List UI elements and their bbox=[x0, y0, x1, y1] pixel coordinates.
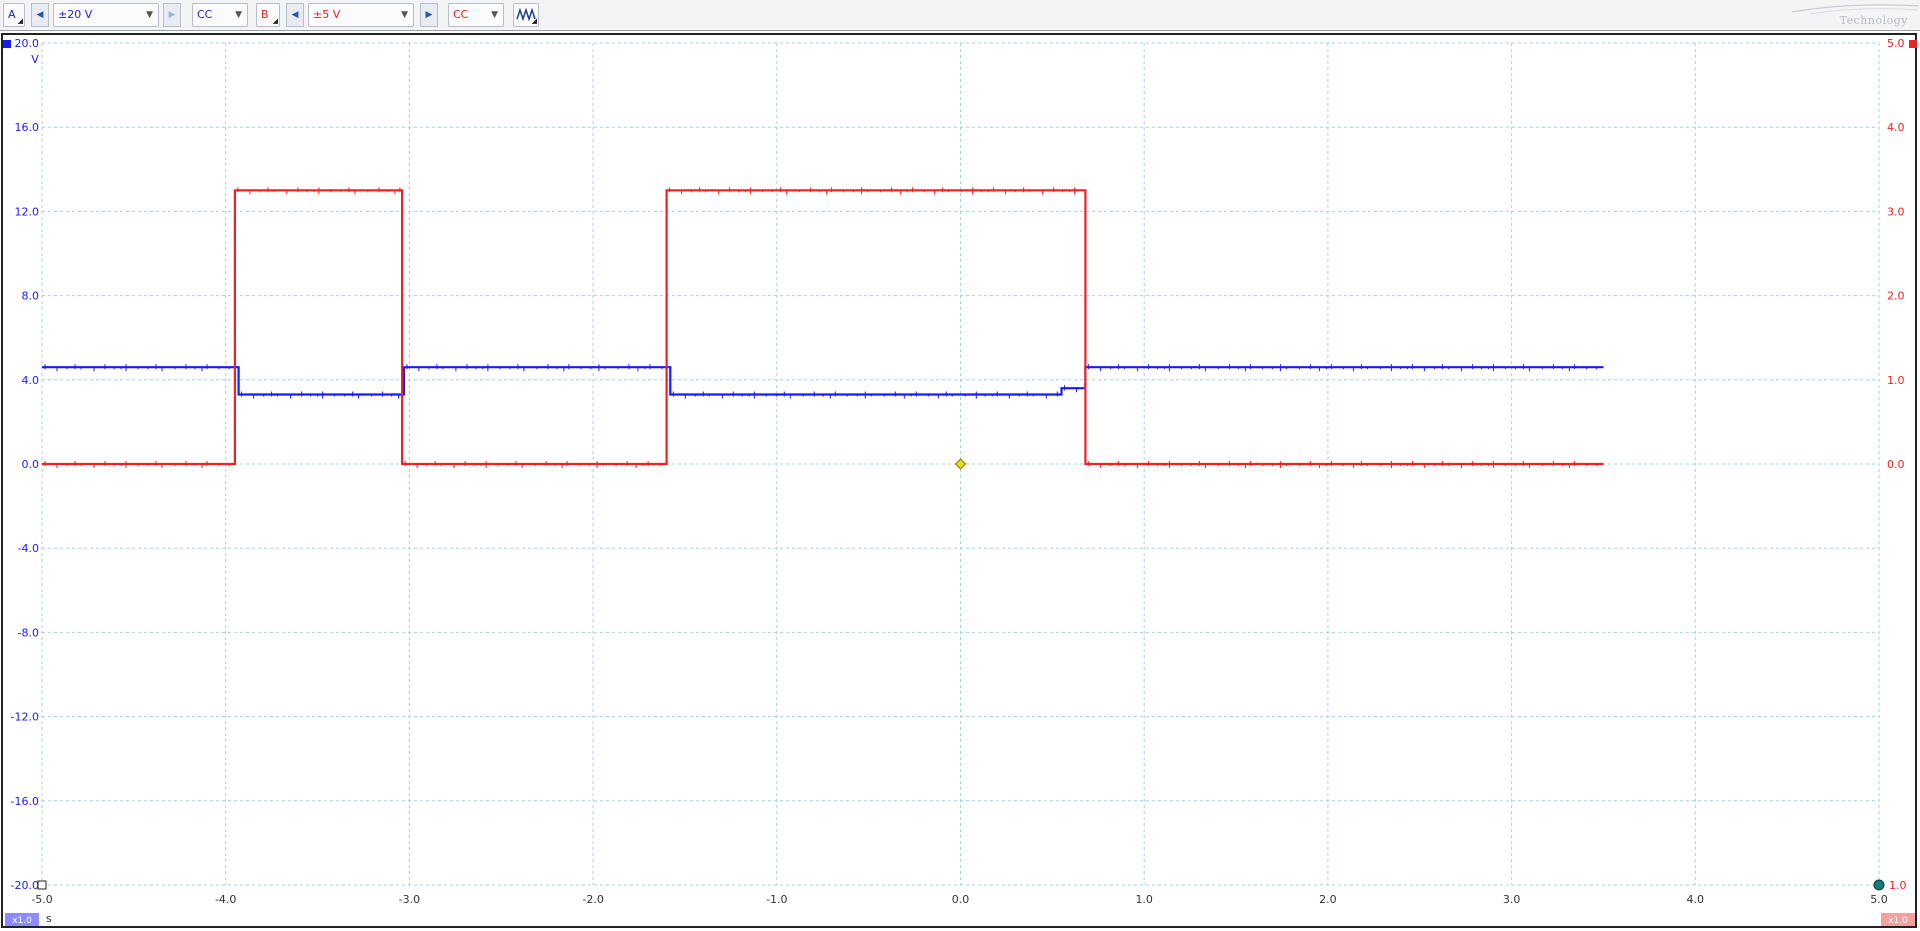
left-tick-label: 12.0 bbox=[15, 205, 40, 218]
channel-a-range-value: ±20 V bbox=[58, 8, 93, 21]
channel-b-range-value: ±5 V bbox=[313, 8, 341, 21]
channel-b-coupling-value: CC bbox=[453, 8, 469, 21]
channel-b-range-next-button[interactable]: ▶ bbox=[420, 3, 438, 27]
left-tick-label: -16.0 bbox=[11, 795, 39, 808]
left-tick-label: 20.0 bbox=[15, 37, 40, 50]
oscilloscope-view[interactable]: -5.0 -4.0 -3.0 -2.0 -1.0 0.0 1.0 2.0 3.0 4.0 5.0 20… bbox=[0, 31, 1920, 931]
channel-b-scale-badge: x1.0 bbox=[1888, 916, 1908, 926]
x-tick-label: -4.0 bbox=[215, 893, 236, 906]
left-tick-label: -12.0 bbox=[11, 711, 39, 724]
chevron-down-icon: ▼ bbox=[146, 10, 153, 20]
channel-a-offset-handle[interactable] bbox=[3, 40, 11, 48]
right-tick-label: 1.0 bbox=[1887, 374, 1905, 387]
channel-a-label: A bbox=[8, 8, 16, 21]
channel-b-coupling-select[interactable]: CC ▼ bbox=[448, 3, 504, 27]
channel-a-button[interactable]: A ◢ bbox=[3, 3, 25, 27]
logo-text: Technology bbox=[1839, 14, 1908, 27]
channel-b-range-prev-button[interactable]: ◀ bbox=[286, 3, 304, 27]
left-axis-unit: V bbox=[31, 53, 39, 66]
channel-b-range-select[interactable]: ±5 V ▼ bbox=[308, 3, 414, 27]
right-tick-label: 3.0 bbox=[1887, 205, 1905, 218]
channel-b-label: B bbox=[261, 8, 269, 21]
channel-b-button[interactable]: B ◢ bbox=[256, 3, 280, 27]
channel-a-coupling-value: CC bbox=[197, 8, 213, 21]
right-tick-label: 4.0 bbox=[1887, 121, 1905, 134]
zoom-origin-handle[interactable] bbox=[1873, 879, 1885, 891]
corner-triangle-icon: ◢ bbox=[17, 17, 23, 25]
left-tick-label: -8.0 bbox=[18, 626, 39, 639]
x-tick-label: 4.0 bbox=[1687, 893, 1705, 906]
corner-triangle-icon: ◢ bbox=[272, 17, 278, 25]
right-tick-label: 0.0 bbox=[1887, 458, 1905, 471]
ruler-handle[interactable] bbox=[37, 880, 47, 890]
right-tick-label: 2.0 bbox=[1887, 290, 1905, 303]
company-logo: Technology bbox=[1780, 0, 1920, 30]
x-tick-label: -5.0 bbox=[31, 893, 52, 906]
x-tick-label: 5.0 bbox=[1870, 893, 1888, 906]
channel-a-scale-badge: x1.0 bbox=[12, 916, 32, 926]
x-tick-label: 0.0 bbox=[952, 893, 970, 906]
trigger-marker[interactable] bbox=[954, 458, 967, 470]
x-tick-label: 1.0 bbox=[1135, 893, 1153, 906]
left-tick-label: -20.0 bbox=[11, 879, 39, 892]
channel-b-offset-handle[interactable] bbox=[1909, 40, 1917, 48]
left-tick-label: -4.0 bbox=[18, 542, 39, 555]
channel-a-range-select[interactable]: ±20 V ▼ bbox=[53, 3, 159, 27]
x-tick-label: -2.0 bbox=[582, 893, 603, 906]
right-tick-label: 5.0 bbox=[1887, 37, 1905, 50]
left-tick-label: 0.0 bbox=[22, 458, 40, 471]
left-tick-label: 16.0 bbox=[15, 121, 40, 134]
toolbar: A ◢ ◀ ±20 V ▼ ▶ CC ▼ B ◢ ◀ ±5 V ▼ ▶ CC ▼… bbox=[0, 0, 1920, 31]
signal-generator-button[interactable]: ◢ bbox=[513, 3, 539, 27]
chevron-down-icon: ▼ bbox=[401, 10, 408, 20]
channel-a-range-next-button[interactable]: ▶ bbox=[163, 3, 181, 27]
corner-triangle-icon: ◢ bbox=[531, 17, 537, 25]
scope-chart[interactable]: -5.0 -4.0 -3.0 -2.0 -1.0 0.0 1.0 2.0 3.0 4.0 5.0 20… bbox=[0, 31, 1920, 931]
x-tick-label: -1.0 bbox=[766, 893, 787, 906]
x-tick-label: 3.0 bbox=[1503, 893, 1521, 906]
channel-a-trace bbox=[42, 366, 1604, 396]
x-axis-unit: s bbox=[46, 912, 52, 925]
chevron-down-icon: ▼ bbox=[235, 10, 242, 20]
chevron-down-icon: ▼ bbox=[491, 10, 498, 20]
left-tick-label: 4.0 bbox=[22, 374, 40, 387]
left-tick-label: 8.0 bbox=[22, 290, 40, 303]
channel-a-range-prev-button[interactable]: ◀ bbox=[31, 3, 49, 27]
channel-b-trace bbox=[42, 189, 1604, 466]
channel-a-coupling-select[interactable]: CC ▼ bbox=[192, 3, 248, 27]
x-tick-label: 2.0 bbox=[1319, 893, 1337, 906]
x-tick-label: -3.0 bbox=[399, 893, 420, 906]
bottom-right-label: 1.0 bbox=[1889, 879, 1907, 892]
